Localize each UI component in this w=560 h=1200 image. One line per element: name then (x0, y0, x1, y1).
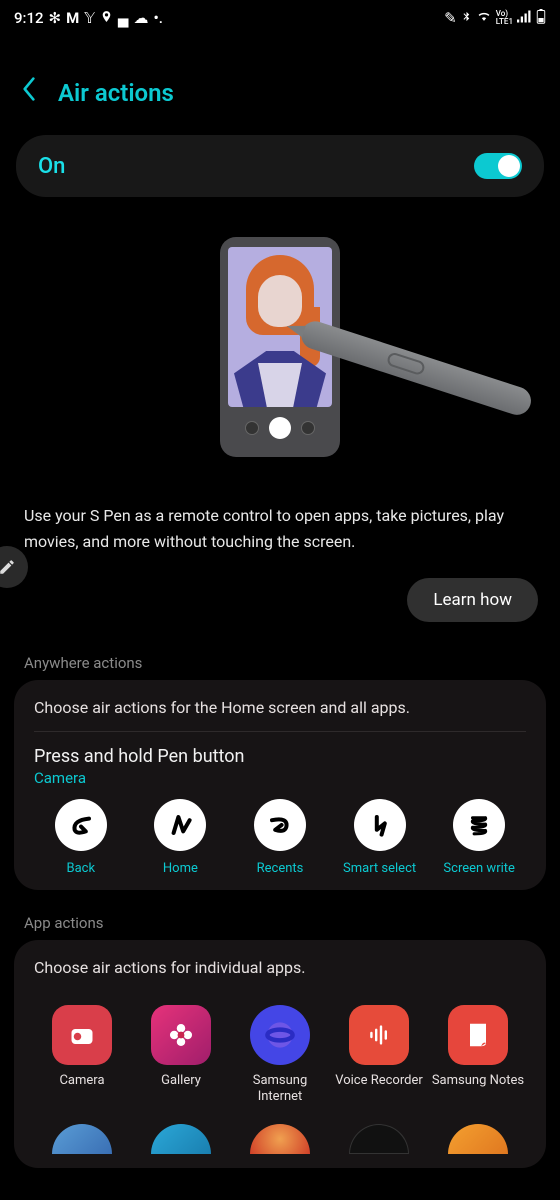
divider (34, 731, 526, 732)
gesture-screen-write[interactable]: Screen write (432, 799, 526, 876)
gesture-home[interactable]: Home (134, 799, 228, 876)
home-gesture-icon (154, 799, 206, 851)
master-toggle-switch[interactable] (474, 153, 522, 179)
app-label: Samsung Notes (432, 1073, 524, 1089)
gesture-back[interactable]: Back (34, 799, 128, 876)
dots-icon: •. (154, 11, 163, 26)
gesture-label: Back (67, 861, 96, 876)
gesture-label: Screen write (443, 861, 514, 876)
cloud-icon: ▄ (118, 11, 129, 26)
press-hold-title: Press and hold Pen button (34, 746, 526, 767)
app-gallery[interactable]: Gallery (133, 1005, 229, 1106)
gesture-label: Home (163, 861, 198, 876)
gesture-recents[interactable]: Recents (233, 799, 327, 876)
smart-select-gesture-icon (354, 799, 406, 851)
app-label: Camera (59, 1073, 104, 1089)
camera-app-icon (52, 1005, 112, 1065)
screen-write-gesture-icon (453, 799, 505, 851)
battery-icon (536, 9, 546, 27)
mail-m-icon: M (66, 11, 79, 26)
camera-controls-illustration (245, 417, 315, 439)
learn-how-row: Learn how (0, 574, 560, 644)
bluetooth-icon (461, 9, 472, 27)
app-camera[interactable]: Camera (34, 1005, 130, 1106)
status-time: 9:12 (14, 9, 44, 27)
status-left: 9:12 ✻ M 𝕐 ▄ ☁ •. (14, 9, 163, 27)
app-actions-intro: Choose air actions for individual apps. (34, 958, 526, 991)
gesture-label: Smart select (343, 861, 416, 876)
master-toggle-row[interactable]: On (16, 135, 544, 197)
volte-icon: Vo)LTE1 (496, 10, 513, 26)
twitter-bird-icon: 𝕐 (84, 11, 95, 26)
app-samsung-internet[interactable]: Samsung Internet (232, 1005, 328, 1106)
gesture-smart-select[interactable]: Smart select (333, 799, 427, 876)
anywhere-panel: Choose air actions for the Home screen a… (14, 680, 546, 890)
press-hold-app: Camera (34, 769, 526, 787)
cloud-fill-icon: ☁ (134, 11, 149, 26)
gesture-label: Recents (257, 861, 304, 876)
gallery-app-icon (151, 1005, 211, 1065)
fan-icon: ✻ (49, 11, 62, 26)
toggle-knob (498, 155, 520, 177)
feature-description: Use your S Pen as a remote control to op… (0, 477, 560, 574)
app-partial-2[interactable] (133, 1124, 229, 1154)
samsung-internet-app-icon (250, 1005, 310, 1065)
app-actions-panel: Choose air actions for individual apps. … (14, 940, 546, 1168)
samsung-notes-app-icon (448, 1005, 508, 1065)
anywhere-section-label: Anywhere actions (0, 644, 560, 680)
gesture-row: Back Home Recents Smart select Screen wr… (34, 799, 526, 876)
back-button[interactable] (20, 76, 38, 109)
app-label: Samsung Internet (232, 1073, 328, 1106)
status-bar: 9:12 ✻ M 𝕐 ▄ ☁ •. ✎ Vo)LTE1 (0, 0, 560, 36)
app-voice-recorder[interactable]: Voice Recorder (331, 1005, 427, 1106)
app-partial-5[interactable] (430, 1124, 526, 1154)
back-gesture-icon (55, 799, 107, 851)
recents-gesture-icon (254, 799, 306, 851)
header: Air actions (0, 36, 560, 129)
app-partial-4[interactable] (331, 1124, 427, 1154)
illustration (0, 237, 560, 467)
signal-bars-icon (517, 10, 532, 26)
app-partial-1[interactable] (34, 1124, 130, 1154)
app-actions-section-label: App actions (0, 904, 560, 940)
anywhere-intro: Choose air actions for the Home screen a… (34, 698, 526, 731)
wifi-icon (476, 10, 492, 26)
pen-edit-icon: ✎ (444, 11, 457, 26)
app-samsung-notes[interactable]: Samsung Notes (430, 1005, 526, 1106)
app-partial-3[interactable] (232, 1124, 328, 1154)
voice-recorder-app-icon (349, 1005, 409, 1065)
location-pin-icon (100, 10, 113, 26)
status-right: ✎ Vo)LTE1 (444, 9, 546, 27)
app-label: Gallery (161, 1073, 201, 1089)
app-grid-row-2-partial (34, 1124, 526, 1154)
master-toggle-label: On (38, 154, 65, 179)
app-label: Voice Recorder (335, 1073, 423, 1089)
learn-how-button[interactable]: Learn how (407, 578, 538, 622)
page-title: Air actions (58, 79, 174, 107)
app-grid: Camera Gallery Samsung Internet Voice Re… (34, 1005, 526, 1106)
press-hold-row[interactable]: Press and hold Pen button Camera (34, 746, 526, 787)
